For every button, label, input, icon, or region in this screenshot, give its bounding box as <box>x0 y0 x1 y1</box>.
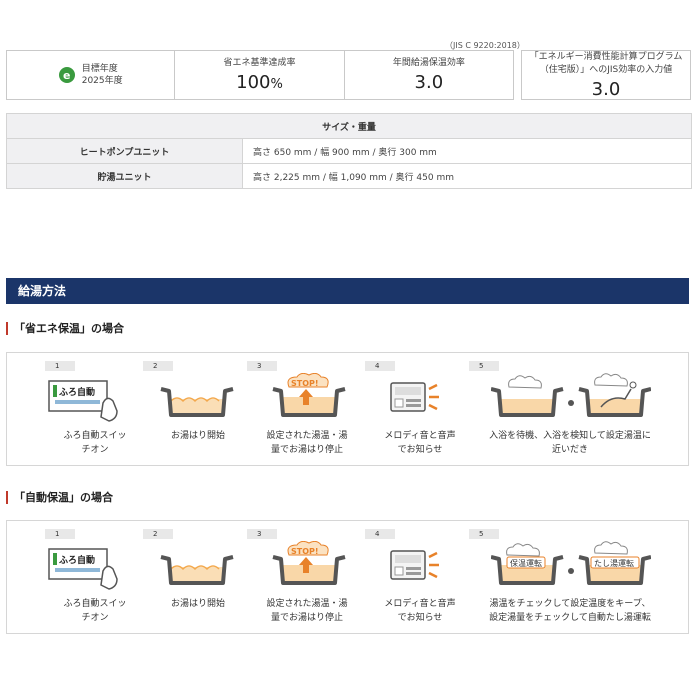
panel-text: ふろ自動 <box>59 554 95 566</box>
efficiency-value: 3.0 <box>414 72 444 93</box>
step-caption: チオン <box>81 613 109 623</box>
step-caption: 量でお湯はり停止 <box>270 445 343 455</box>
step-caption: お湯はり開始 <box>170 599 225 609</box>
spec-value: 高さ 650 mm / 幅 900 mm / 奥行 300 mm <box>242 138 692 164</box>
step-caption: 量でお湯はり停止 <box>270 613 343 623</box>
target-year-label: 目標年度 <box>81 64 118 74</box>
section-title: 給湯方法 <box>6 278 689 304</box>
step-number: 1 <box>45 529 75 539</box>
efficiency-label: 年間給湯保温効率 <box>392 58 465 68</box>
step-caption: ふろ自動スイッ <box>63 431 127 441</box>
step-caption: ふろ自動スイッ <box>63 599 127 609</box>
table-row: ヒートポンプユニット 高さ 650 mm / 幅 900 mm / 奥行 300… <box>6 138 692 164</box>
remote-sound-icon <box>387 541 447 595</box>
bath-keep-warm-icon: 保温運転 たし湯運転 <box>490 541 652 595</box>
performance-table: e 目標年度 2025年度 省エネ基準達成率 100% 年間給湯保温効率 3.0 <box>6 50 514 100</box>
step-number: 4 <box>365 361 395 371</box>
spec-label: 貯湯ユニット <box>6 163 243 189</box>
step-number: 5 <box>469 529 499 539</box>
spec-title: サイズ・重量 <box>6 113 692 139</box>
size-weight-table: サイズ・重量 ヒートポンプユニット 高さ 650 mm / 幅 900 mm /… <box>6 113 692 189</box>
step-caption: 湯温をチェックして設定温度をキープ、 <box>489 599 651 609</box>
target-year-cell: e 目標年度 2025年度 <box>7 51 176 99</box>
step-number: 5 <box>469 361 499 371</box>
table-row: 貯湯ユニット 高さ 2,225 mm / 幅 1,090 mm / 奥行 450… <box>6 163 692 189</box>
mode-steps-box: 1 ふろ自動 ふろ自動スイッ チオン 2 お湯はり開始 3 STOP! 設定され… <box>6 352 689 466</box>
step-caption: お湯はり開始 <box>170 431 225 441</box>
bath-person-icon <box>490 373 652 427</box>
step-number: 3 <box>247 361 277 371</box>
remote-sound-icon <box>387 373 447 427</box>
program-value: 3.0 <box>591 78 621 100</box>
keep-warm-label: 保温運転 <box>510 558 542 568</box>
step-caption: メロディ音と音声 <box>384 431 456 441</box>
mode-title: 「自動保温」の場合 <box>6 491 113 504</box>
program-input-cell: 「エネルギー消費性能計算プログラム （住宅版）」へのJIS効率の入力値 3.0 <box>521 50 691 100</box>
step-caption: メロディ音と音声 <box>384 599 456 609</box>
bath-filling-icon <box>157 541 237 595</box>
eco-mark-icon: e <box>58 67 75 83</box>
panel-switch-icon: ふろ自動 <box>45 373 125 427</box>
target-year-value: 2025年度 <box>81 76 123 86</box>
spec-value: 高さ 2,225 mm / 幅 1,090 mm / 奥行 450 mm <box>242 163 692 189</box>
step-number: 1 <box>45 361 75 371</box>
step-number: 2 <box>143 529 173 539</box>
stop-text: STOP! <box>291 379 319 388</box>
step-caption: 近いだき <box>551 445 588 455</box>
stop-text: STOP! <box>291 547 319 556</box>
step-caption: 設定された湯温・湯 <box>266 431 348 441</box>
mode-title: 「省エネ保温」の場合 <box>6 322 124 335</box>
add-water-label: たし湯運転 <box>594 558 634 568</box>
achievement-cell: 省エネ基準達成率 100% <box>175 51 345 99</box>
panel-switch-icon: ふろ自動 <box>45 541 125 595</box>
achievement-unit: % <box>270 77 283 92</box>
step-caption: 設定湯量をチェックして自動たし湯運転 <box>489 613 651 623</box>
bath-stop-icon: STOP! <box>269 540 349 595</box>
spec-label: ヒートポンプユニット <box>6 138 243 164</box>
step-number: 3 <box>247 529 277 539</box>
mode-steps-box: 1 ふろ自動 ふろ自動スイッ チオン 2 お湯はり開始 3 STOP! 設定され… <box>6 520 689 634</box>
program-label-line1: 「エネルギー消費性能計算プログラム <box>529 51 683 62</box>
panel-text: ふろ自動 <box>59 386 95 398</box>
bath-stop-icon: STOP! <box>269 372 349 427</box>
step-caption: チオン <box>81 445 109 455</box>
program-label-line2: （住宅版）」へのJIS効率の入力値 <box>539 64 673 75</box>
step-caption: でお知らせ <box>397 613 443 623</box>
achievement-label: 省エネ基準達成率 <box>223 58 296 68</box>
step-number: 4 <box>365 529 395 539</box>
step-number: 2 <box>143 361 173 371</box>
efficiency-cell: 年間給湯保温効率 3.0 <box>345 51 513 99</box>
achievement-value: 100 <box>236 72 271 93</box>
step-caption: 入浴を待機、入浴を検知して設定湯温に <box>489 431 651 441</box>
step-caption: でお知らせ <box>397 445 443 455</box>
step-caption: 設定された湯温・湯 <box>266 599 348 609</box>
bath-filling-icon <box>157 373 237 427</box>
